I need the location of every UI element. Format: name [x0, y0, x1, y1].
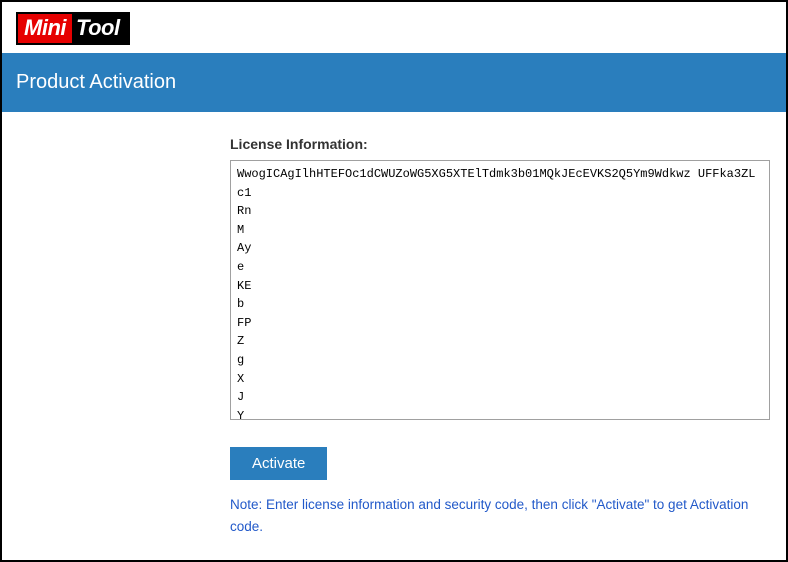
- brand-logo: MiniTool: [16, 12, 130, 45]
- page-title: Product Activation: [16, 71, 176, 93]
- logo-part-tool: Tool: [72, 14, 128, 43]
- note-text: Note: Enter license information and secu…: [230, 494, 770, 537]
- logo-part-mini: Mini: [18, 14, 72, 43]
- activate-button[interactable]: Activate: [230, 447, 327, 480]
- license-info-textarea[interactable]: [230, 160, 770, 420]
- license-info-label: License Information:: [230, 136, 772, 152]
- logo-area: MiniTool: [2, 2, 786, 53]
- note-body: : Enter license information and security…: [230, 497, 748, 534]
- note-label: Note: [230, 497, 259, 512]
- page-header: Product Activation: [2, 53, 786, 112]
- main-content: License Information: Activate Note: Ente…: [2, 112, 786, 551]
